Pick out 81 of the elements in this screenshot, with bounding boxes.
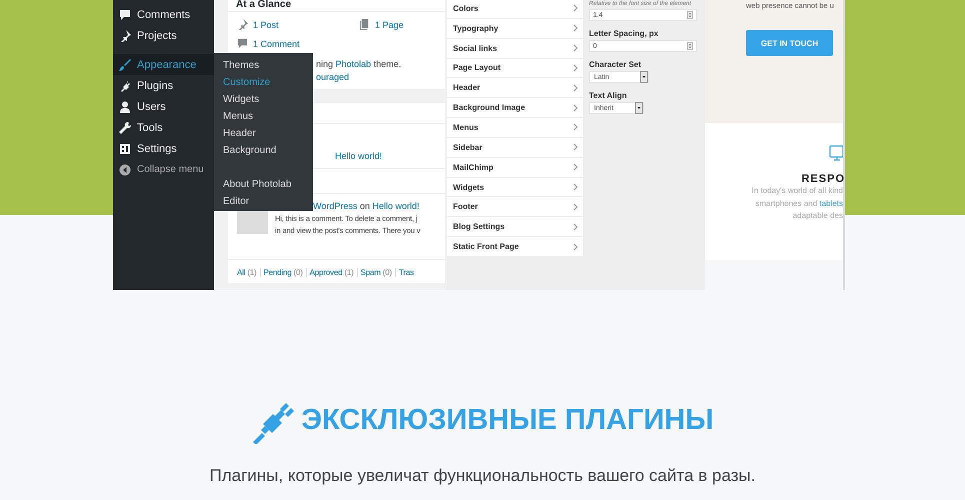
feature-text: In today's world of all kind [752, 185, 843, 197]
chevron-right-icon [573, 44, 578, 52]
customizer-section[interactable]: Widgets [447, 178, 583, 198]
paintbrush-icon [119, 58, 131, 70]
menu-item[interactable]: Settings [113, 138, 214, 159]
comment-meta: WordPress on Hello world! [313, 201, 420, 211]
feature-title: RESPO [801, 173, 845, 185]
feature-text: smartphones and tablets [755, 198, 843, 210]
speech-bubble-icon [237, 38, 248, 49]
submenu-item[interactable]: Widgets [214, 91, 313, 108]
menu-item[interactable]: Tools [113, 117, 214, 138]
chevron-right-icon [573, 183, 578, 192]
post-link[interactable]: Hello world! [335, 151, 382, 161]
customizer-section[interactable]: Colors [447, 0, 583, 19]
customizer-section[interactable]: Static Front Page [447, 237, 583, 257]
menu-item[interactable]: Projects [113, 25, 214, 46]
filter-link[interactable]: Tras [394, 268, 417, 277]
link[interactable]: ouraged [316, 71, 445, 84]
customizer-section[interactable]: Sidebar [447, 138, 583, 158]
chevron-right-icon [573, 123, 578, 132]
feature-text: adaptable des [792, 210, 843, 222]
wrench-icon [119, 122, 131, 134]
submenu-item[interactable]: Themes [214, 57, 313, 74]
chevron-right-icon [573, 24, 578, 32]
glance-link[interactable]: 1 Comment [237, 34, 300, 53]
chevron-right-icon [573, 242, 578, 251]
chevron-right-icon [573, 4, 578, 12]
menu-item[interactable]: Users [113, 96, 214, 117]
customizer-section[interactable]: Footer [447, 197, 583, 218]
filter-link[interactable]: Spam (0) [356, 268, 395, 277]
customizer-section[interactable]: Menus [447, 118, 583, 138]
chevron-right-icon [573, 163, 578, 172]
submenu-item[interactable]: Editor [214, 193, 313, 210]
filter-link[interactable]: All (1) [237, 268, 260, 277]
submenu-item[interactable]: Header [214, 125, 313, 142]
submenu-item[interactable]: Menus [214, 108, 313, 125]
page-icon [359, 19, 370, 30]
settings-icon [119, 142, 131, 154]
submenu-item[interactable]: Customize [214, 74, 313, 91]
customizer-section[interactable]: Blog Settings [447, 217, 583, 238]
pushpin-icon [237, 19, 248, 30]
post-link[interactable]: Hello world! [372, 201, 420, 211]
menu-item[interactable]: Comments [113, 4, 214, 25]
customizer-section[interactable]: Page Layout [447, 58, 583, 78]
collapse-menu-button[interactable]: Collapse menu [113, 159, 214, 180]
spinner-icon [687, 11, 693, 19]
submenu-item[interactable]: Background [214, 142, 313, 159]
field-label: Text Align [589, 90, 628, 102]
chevron-right-icon [573, 143, 578, 152]
customizer-section[interactable]: MailChimp [447, 158, 583, 178]
pushpin-icon [119, 30, 131, 42]
glance-link[interactable]: 1 Post [237, 15, 279, 34]
filter-link[interactable]: Pending (0) [260, 268, 306, 277]
person-icon [119, 100, 131, 112]
filter-link[interactable]: Approved (1) [306, 268, 357, 277]
avatar-placeholder [237, 209, 268, 234]
field-label: Letter Spacing, px [589, 28, 660, 40]
customizer-section[interactable]: Typography [447, 18, 583, 39]
chevron-right-icon [573, 202, 578, 211]
customizer-section[interactable]: Social links [447, 38, 583, 59]
menu-item[interactable]: Plugins [113, 75, 214, 96]
theme-link[interactable]: Photolab [336, 59, 372, 69]
spinner-icon [687, 42, 693, 50]
customizer-section[interactable]: Header [447, 78, 583, 98]
chevron-right-icon [573, 222, 578, 231]
plug-icon [119, 80, 131, 92]
author-link[interactable]: WordPress [313, 201, 358, 211]
chevron-right-icon [573, 64, 578, 72]
chevron-right-icon [573, 84, 578, 92]
glance-link[interactable]: 1 Page [359, 15, 404, 34]
monitor-icon [829, 145, 843, 163]
chevron-right-icon [573, 104, 578, 112]
section-subtitle: Плагины, которые увеличат функциональность вашего сайта в разы. [209, 466, 756, 486]
menu-item[interactable]: Appearance [113, 54, 214, 75]
field-label: Character Set [589, 59, 642, 71]
customizer-section[interactable]: Background Image [447, 98, 583, 118]
speech-bubble-icon [119, 8, 131, 20]
submenu-item[interactable]: About Photolab [214, 176, 313, 193]
section-title: ЭКСКЛЮЗИВНЫЕ ПЛАГИНЫ [301, 404, 714, 437]
card-title: At a Glance [228, 0, 445, 12]
theme-text: ning Photolab theme. [316, 58, 402, 71]
